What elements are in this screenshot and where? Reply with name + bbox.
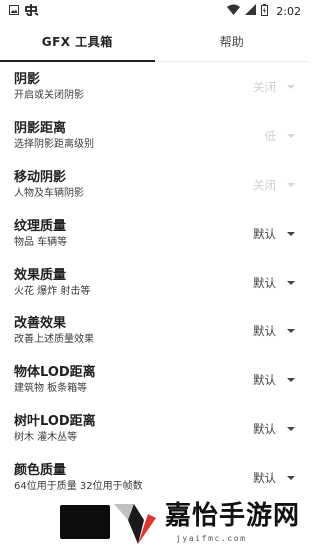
dropdown-arrow-icon xyxy=(287,475,295,480)
status-bar: 2:02 xyxy=(0,0,309,22)
image-notification-icon xyxy=(9,4,19,18)
texture-quality-dropdown[interactable]: 默认 xyxy=(231,226,295,242)
dropdown-value: 默认 xyxy=(253,470,276,485)
dropdown-arrow-icon xyxy=(287,280,295,285)
app-notification-icon xyxy=(25,3,39,19)
dropdown-value: 关闭 xyxy=(253,177,276,192)
setting-row-shadows: 阴影 开启或关闭阴影 关闭 xyxy=(0,63,309,112)
dropdown-value: 默认 xyxy=(253,324,276,339)
tab-indicator xyxy=(0,60,155,62)
shadow-distance-dropdown: 低 xyxy=(231,128,295,144)
effects-quality-dropdown[interactable]: 默认 xyxy=(231,275,295,291)
tab-gfx-toolbox[interactable]: GFX 工具箱 xyxy=(0,22,155,61)
watermark-logo-icon xyxy=(112,498,162,548)
dropdown-value: 低 xyxy=(264,129,277,144)
setting-row-shadow-distance: 阴影距离 选择阴影距离级别 低 xyxy=(0,112,309,161)
tab-help[interactable]: 帮助 xyxy=(155,22,310,61)
dropdown-value: 默认 xyxy=(253,226,276,241)
dropdown-value: 关闭 xyxy=(253,80,276,95)
dropdown-arrow-icon xyxy=(287,378,295,383)
bottom-overlay-box xyxy=(60,505,110,539)
foliage-lod-dropdown[interactable]: 默认 xyxy=(231,421,295,437)
object-lod-dropdown[interactable]: 默认 xyxy=(231,372,295,388)
setting-row-effects-quality: 效果质量 火花 爆炸 射击等 默认 xyxy=(0,258,309,307)
setting-row-improve-effects: 改善效果 改善上述质量效果 默认 xyxy=(0,307,309,356)
dropdown-arrow-icon xyxy=(287,426,295,431)
color-quality-dropdown[interactable]: 默认 xyxy=(231,470,295,486)
tab-bar: GFX 工具箱 帮助 xyxy=(0,22,309,62)
dropdown-value: 默认 xyxy=(253,373,276,388)
shadows-dropdown: 关闭 xyxy=(231,79,295,95)
improve-effects-dropdown[interactable]: 默认 xyxy=(231,323,295,339)
dropdown-value: 默认 xyxy=(253,421,276,436)
wifi-icon xyxy=(227,4,241,18)
watermark-brand: 嘉怡手游网 xyxy=(165,501,301,531)
setting-row-object-lod: 物体LOD距离 建筑物 板条箱等 默认 xyxy=(0,356,309,405)
settings-list: 阴影 开启或关闭阴影 关闭 阴影距离 选择阴影距离级别 低 移动阴影 人物及车辆… xyxy=(0,63,309,502)
moving-shadows-dropdown: 关闭 xyxy=(231,177,295,193)
dropdown-arrow-icon xyxy=(287,329,295,334)
setting-row-texture-quality: 纹理质量 物品 车辆等 默认 xyxy=(0,209,309,258)
dropdown-arrow-icon xyxy=(287,134,295,139)
setting-row-color-quality: 颜色质量 64位用于质量 32位用于帧数 默认 xyxy=(0,453,309,502)
setting-row-foliage-lod: 树叶LOD距离 树木 灌木丛等 默认 xyxy=(0,405,309,454)
status-time: 2:02 xyxy=(276,4,301,18)
setting-row-moving-shadows: 移动阴影 人物及车辆阴影 关闭 xyxy=(0,161,309,210)
dropdown-arrow-icon xyxy=(287,182,295,187)
dropdown-arrow-icon xyxy=(287,231,295,236)
battery-icon xyxy=(261,3,269,19)
dropdown-value: 默认 xyxy=(253,275,276,290)
signal-icon xyxy=(245,4,257,18)
watermark-url: jyaifmc.com xyxy=(176,534,247,543)
dropdown-arrow-icon xyxy=(287,85,295,90)
